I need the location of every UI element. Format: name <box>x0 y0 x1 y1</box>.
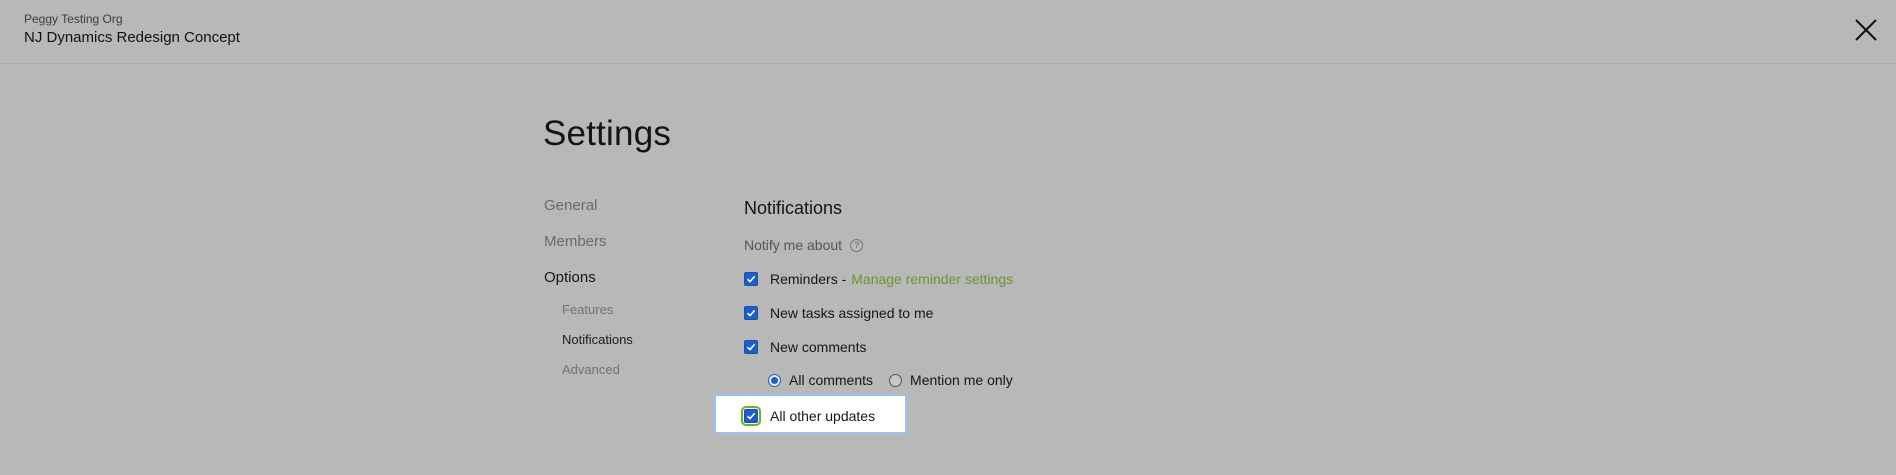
new-tasks-label: New tasks assigned to me <box>770 305 934 321</box>
all-comments-label: All comments <box>789 372 874 388</box>
sub-item-advanced[interactable]: Advanced <box>562 362 620 377</box>
new-comments-checkbox[interactable] <box>744 340 758 354</box>
comment-mode-group: All comments Mention me only <box>768 372 1013 388</box>
close-icon[interactable] <box>1852 16 1880 44</box>
org-name: Peggy Testing Org <box>24 12 123 26</box>
nav-item-general[interactable]: General <box>544 197 597 214</box>
new-comments-label: New comments <box>770 339 867 355</box>
nav-item-members[interactable]: Members <box>544 233 607 250</box>
reminders-option: Reminders - Manage reminder settings <box>744 271 1013 287</box>
new-comments-option: New comments <box>744 339 866 355</box>
page-title: Settings <box>543 114 672 153</box>
mention-only-label: Mention me only <box>910 372 1013 388</box>
reminders-checkbox[interactable] <box>744 272 758 286</box>
all-other-updates-checkbox[interactable] <box>741 406 761 426</box>
all-other-updates-option: All other updates <box>741 406 876 426</box>
notify-label: Notify me about ? <box>744 237 864 253</box>
sub-item-features[interactable]: Features <box>562 302 613 317</box>
notify-label-text: Notify me about <box>744 237 843 253</box>
project-name: NJ Dynamics Redesign Concept <box>24 29 240 46</box>
header-bar: Peggy Testing Org NJ Dynamics Redesign C… <box>0 0 1896 64</box>
manage-reminder-settings-link[interactable]: Manage reminder settings <box>851 271 1013 287</box>
sub-item-notifications[interactable]: Notifications <box>562 332 633 347</box>
reminders-label: Reminders - <box>770 271 847 287</box>
section-title: Notifications <box>744 198 843 218</box>
nav-item-options[interactable]: Options <box>544 269 596 286</box>
new-tasks-option: New tasks assigned to me <box>744 305 933 321</box>
all-other-updates-label: All other updates <box>770 408 876 424</box>
mention-only-radio[interactable] <box>889 373 903 387</box>
all-other-updates-highlight: All other updates <box>714 394 907 434</box>
all-comments-radio[interactable] <box>768 373 781 387</box>
new-tasks-checkbox[interactable] <box>744 306 758 320</box>
help-icon[interactable]: ? <box>850 238 864 252</box>
